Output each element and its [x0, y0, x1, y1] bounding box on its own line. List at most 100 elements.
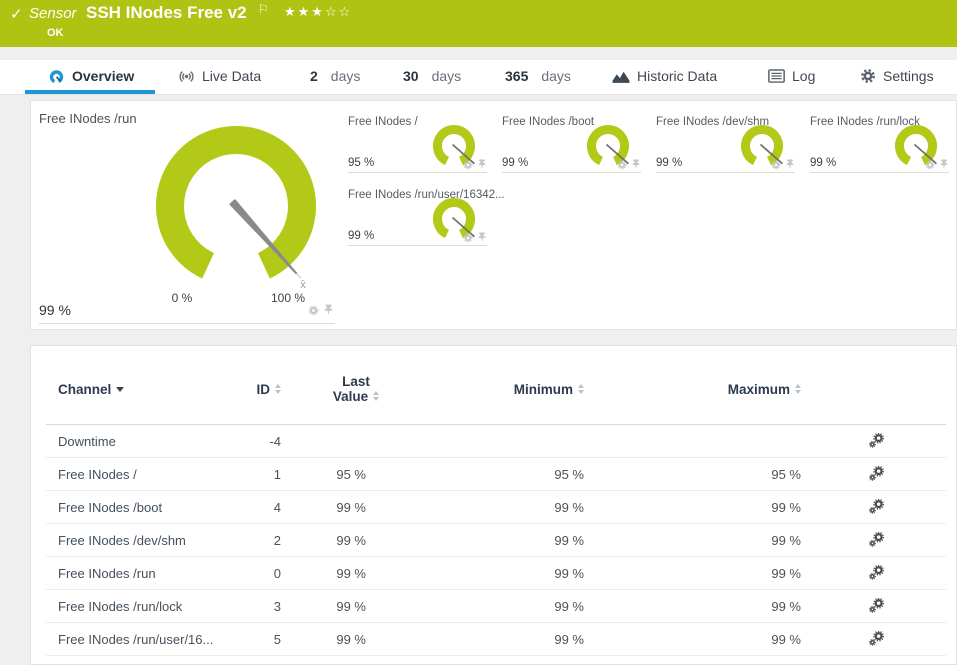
- tab-bar: Overview Live Data 2 days 30 days 365 da…: [0, 60, 957, 95]
- gauge-settings-gear-icon[interactable]: [463, 232, 473, 243]
- channel-id: 1: [273, 467, 281, 482]
- gauge-cell-free-inodes-root[interactable]: Free INodes / 95 %: [341, 106, 489, 173]
- minimum-value: 99 %: [554, 533, 584, 548]
- channel-name: Free INodes /run: [58, 566, 156, 581]
- gauge-pin-icon[interactable]: [477, 232, 487, 243]
- gauge-pin-icon[interactable]: [631, 159, 641, 170]
- sensor-title: SSH INodes Free v2: [86, 3, 247, 22]
- gear-icon: [861, 69, 875, 83]
- channel-id: 5: [273, 632, 281, 647]
- gauge-settings-gear-icon[interactable]: [925, 159, 935, 170]
- table-header-row: Channel ID Last Value Minimum Maximum: [46, 346, 946, 425]
- tab-30-days[interactable]: 30 days: [403, 60, 461, 92]
- tab-live-data[interactable]: Live Data: [178, 60, 261, 92]
- channel-id: 3: [273, 599, 281, 614]
- gauge-pin-icon[interactable]: [785, 159, 795, 170]
- column-label: Channel: [58, 382, 112, 397]
- gauge-value: 99 %: [502, 157, 529, 169]
- minimum-value: 95 %: [554, 467, 584, 482]
- channel-id: 2: [273, 533, 281, 548]
- maximum-value: 99 %: [771, 500, 801, 515]
- tab-log[interactable]: Log: [768, 60, 815, 92]
- channel-settings-gears-icon[interactable]: [868, 597, 885, 614]
- gauge-icon: [49, 69, 64, 83]
- divider: [348, 172, 487, 173]
- channel-name: Free INodes /: [58, 467, 137, 482]
- table-row[interactable]: Free INodes /run/lock 3 99 % 99 % 99 %: [46, 590, 946, 623]
- gauge-scale-max: 100 %: [270, 291, 306, 305]
- object-kind-label: Sensor: [29, 5, 77, 22]
- gauges-panel: Free INodes /run x̄ 0 % 100 % 99 % Free …: [30, 100, 957, 330]
- tab-label: Log: [792, 68, 816, 84]
- tab-overview[interactable]: Overview: [48, 60, 134, 92]
- channel-settings-gears-icon[interactable]: [868, 564, 885, 581]
- gauge-cell-free-inodes-devshm[interactable]: Free INodes /dev/shm 99 %: [649, 106, 797, 173]
- tab-label: days: [431, 68, 462, 84]
- gauge-cell-free-inodes-boot[interactable]: Free INodes /boot 99 %: [495, 106, 643, 173]
- table-row[interactable]: Free INodes / 1 95 % 95 % 95 %: [46, 458, 946, 491]
- maximum-value: 99 %: [771, 632, 801, 647]
- channel-settings-gears-icon[interactable]: [868, 630, 885, 647]
- tab-day-count: 30: [403, 68, 419, 84]
- sort-icon: [578, 383, 584, 394]
- channel-name: Free INodes /boot: [58, 500, 163, 515]
- status-ok-check-icon: ✓: [10, 6, 23, 23]
- gauge-settings-gear-icon[interactable]: [617, 159, 627, 170]
- column-label: Maximum: [727, 382, 790, 397]
- column-header-maximum[interactable]: Maximum: [671, 382, 801, 397]
- column-header-id[interactable]: ID: [181, 382, 281, 397]
- tab-historic-data[interactable]: Historic Data: [612, 60, 717, 92]
- tab-day-count: 365: [505, 68, 529, 84]
- tab-label: Settings: [883, 68, 934, 84]
- favorite-flag-icon[interactable]: ⚐: [258, 2, 269, 16]
- table-row[interactable]: Free INodes /boot 4 99 % 99 % 99 %: [46, 491, 946, 524]
- live-data-icon: [179, 70, 194, 82]
- channel-settings-gears-icon[interactable]: [868, 498, 885, 515]
- sensor-header-bar: ✓ Sensor SSH INodes Free v2 ⚐ ★★★☆☆ OK: [0, 0, 957, 47]
- tab-365-days[interactable]: 365 days: [505, 60, 571, 92]
- gauge-cell-free-inodes-runlock[interactable]: Free INodes /run/lock 99 %: [803, 106, 951, 173]
- column-label: ID: [256, 382, 271, 397]
- last-value: 95 %: [336, 467, 366, 482]
- tab-2-days[interactable]: 2 days: [310, 60, 360, 92]
- maximum-value: 99 %: [771, 566, 801, 581]
- column-header-last-value[interactable]: Last Value: [311, 374, 401, 404]
- maximum-value: 99 %: [771, 533, 801, 548]
- table-row[interactable]: Free INodes /dev/shm 2 99 % 99 % 99 %: [46, 524, 946, 557]
- gauge-settings-gear-icon[interactable]: [308, 304, 319, 316]
- priority-star-rating[interactable]: ★★★☆☆: [284, 4, 352, 20]
- minimum-value: 99 %: [554, 566, 584, 581]
- last-value: 99 %: [336, 632, 366, 647]
- last-value: 99 %: [336, 533, 366, 548]
- sensor-status-badge: OK: [47, 27, 64, 39]
- channel-settings-gears-icon[interactable]: [868, 531, 885, 548]
- primary-gauge-title: Free INodes /run: [39, 111, 137, 126]
- gauge-cell-free-inodes-runuser[interactable]: Free INodes /run/user/16342... 99 %: [341, 179, 505, 246]
- table-row[interactable]: Downtime -4: [46, 425, 946, 458]
- last-value: 99 %: [336, 500, 366, 515]
- divider: [810, 172, 949, 173]
- channel-settings-gears-icon[interactable]: [868, 432, 885, 449]
- gauge-pin-icon[interactable]: [477, 159, 487, 170]
- gauge-pin-icon[interactable]: [323, 304, 334, 316]
- gauge-settings-gear-icon[interactable]: [771, 159, 781, 170]
- column-header-channel[interactable]: Channel: [58, 382, 125, 397]
- gauge-title: Free INodes /: [348, 116, 418, 128]
- maximum-value: 99 %: [771, 599, 801, 614]
- channel-id: 0: [273, 566, 281, 581]
- last-value: 99 %: [336, 566, 366, 581]
- channel-settings-gears-icon[interactable]: [868, 465, 885, 482]
- tab-settings[interactable]: Settings: [860, 60, 934, 92]
- gauge-title: Free INodes /run/user/16342...: [348, 189, 505, 201]
- gauge-value: 99 %: [810, 157, 837, 169]
- sort-icon: [373, 390, 380, 401]
- primary-gauge-value: 99 %: [39, 302, 71, 318]
- column-header-minimum[interactable]: Minimum: [451, 382, 584, 397]
- table-row[interactable]: Free INodes /run 0 99 % 99 % 99 %: [46, 557, 946, 590]
- gauge-settings-gear-icon[interactable]: [463, 159, 473, 170]
- table-row[interactable]: Free INodes /run/user/16... 5 99 % 99 % …: [46, 623, 946, 656]
- historic-data-chart-icon: [612, 71, 630, 83]
- active-tab-indicator: [25, 90, 155, 94]
- average-marker: x̄: [300, 279, 306, 291]
- gauge-pin-icon[interactable]: [939, 159, 949, 170]
